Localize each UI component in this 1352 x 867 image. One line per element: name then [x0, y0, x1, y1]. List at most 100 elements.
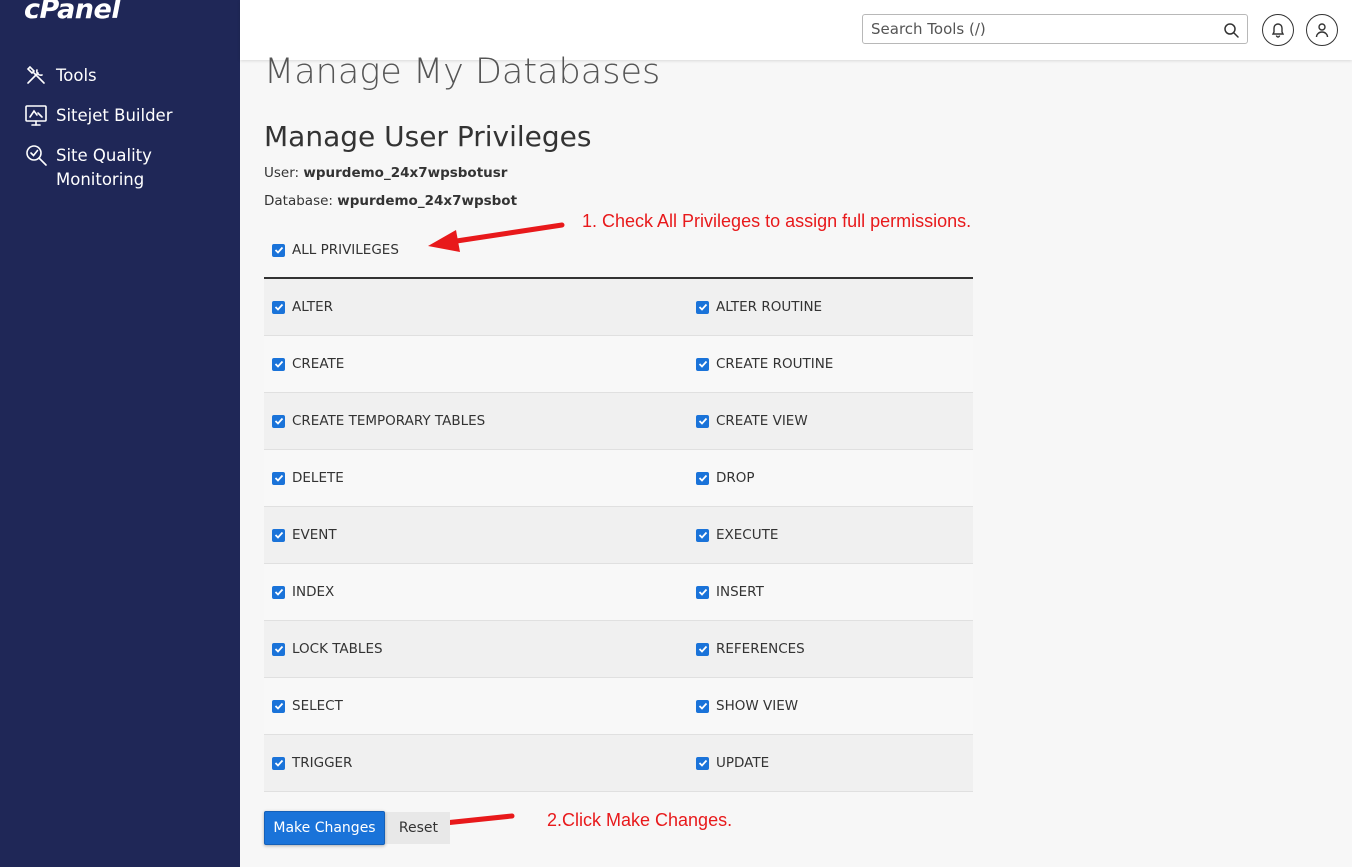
user-value: wpurdemo_24x7wpsbotusr [303, 165, 508, 181]
privilege-checkbox[interactable] [272, 300, 285, 314]
checkmark-icon [698, 360, 707, 368]
checkmark-icon [274, 360, 283, 368]
sidebar-item-label: Sitejet Builder [56, 106, 173, 125]
privilege-label: DROP [716, 470, 755, 486]
checkmark-icon [274, 246, 283, 254]
checkmark-icon [274, 759, 283, 767]
page-title: Manage My Databases [264, 52, 661, 92]
table-row: INDEX INSERT [264, 564, 973, 621]
privilege-option: SHOW VIEW [696, 678, 798, 734]
top-header [240, 0, 1352, 60]
privilege-option: INSERT [696, 564, 764, 620]
make-changes-button[interactable]: Make Changes [264, 811, 385, 845]
sidebar-item-sitejet-builder[interactable]: Sitejet Builder [24, 104, 206, 128]
privilege-label: CREATE VIEW [716, 413, 808, 429]
privilege-option: INDEX [272, 564, 334, 620]
privilege-option: CREATE ROUTINE [696, 336, 833, 392]
privilege-checkbox[interactable] [272, 471, 285, 485]
privilege-checkbox[interactable] [696, 300, 709, 314]
table-row: EVENT EXECUTE [264, 507, 973, 564]
privilege-option: ALTER [272, 279, 333, 335]
privilege-checkbox[interactable] [696, 471, 709, 485]
notifications-button[interactable] [1262, 14, 1294, 46]
privilege-checkbox[interactable] [272, 357, 285, 371]
checkmark-icon [698, 702, 707, 710]
sitejet-builder-icon [25, 105, 47, 126]
privilege-checkbox[interactable] [696, 642, 709, 656]
sidebar-item-label: Tools [56, 66, 97, 85]
privilege-checkbox[interactable] [696, 414, 709, 428]
search-icon[interactable] [1223, 22, 1239, 38]
checkmark-icon [274, 702, 283, 710]
table-row: TRIGGER UPDATE [264, 735, 973, 792]
site-quality-monitoring-icon [26, 145, 47, 166]
checkmark-icon [274, 645, 283, 653]
checkmark-icon [274, 474, 283, 482]
cpanel-logo[interactable]: cPanel [24, 0, 121, 25]
privilege-option: SELECT [272, 678, 343, 734]
privilege-label: LOCK TABLES [292, 641, 383, 657]
database-label: Database: [264, 193, 333, 209]
table-row: CREATE TEMPORARY TABLES CREATE VIEW [264, 393, 973, 450]
privilege-checkbox[interactable] [696, 756, 709, 770]
checkmark-icon [698, 759, 707, 767]
privilege-option: UPDATE [696, 735, 769, 791]
privilege-label: INSERT [716, 584, 764, 600]
search-input[interactable] [871, 20, 1211, 38]
privilege-label: CREATE ROUTINE [716, 356, 834, 372]
section-title: Manage User Privileges [264, 120, 592, 153]
search-box [862, 14, 1248, 44]
privilege-label: INDEX [292, 584, 335, 600]
privilege-label: ALTER [292, 299, 334, 315]
privilege-option: CREATE VIEW [696, 393, 808, 449]
table-row: SELECT SHOW VIEW [264, 678, 973, 735]
sidebar-item-site-quality-monitoring[interactable]: Site Quality Monitoring [24, 144, 206, 192]
privilege-checkbox[interactable] [272, 528, 285, 542]
privilege-option: CREATE [272, 336, 344, 392]
privilege-checkbox[interactable] [272, 756, 285, 770]
checkmark-icon [698, 303, 707, 311]
checkmark-icon [274, 531, 283, 539]
checkmark-icon [698, 474, 707, 482]
bell-icon [1271, 23, 1285, 38]
privilege-label: DELETE [292, 470, 344, 486]
sidebar-item-tools[interactable]: Tools [24, 64, 206, 88]
privilege-checkbox[interactable] [272, 414, 285, 428]
annotation-arrow-1 [428, 222, 565, 252]
privilege-label: SHOW VIEW [716, 698, 799, 714]
checkmark-icon [274, 588, 283, 596]
privilege-checkbox[interactable] [272, 699, 285, 713]
table-row: CREATE CREATE ROUTINE [264, 336, 973, 393]
privilege-checkbox[interactable] [696, 357, 709, 371]
tools-icon [26, 65, 45, 84]
checkmark-icon [698, 645, 707, 653]
table-row: LOCK TABLES REFERENCES [264, 621, 973, 678]
sidebar: cPanel Tools Sitejet Builder Site Qualit… [0, 0, 240, 867]
privilege-label: UPDATE [716, 755, 770, 771]
privilege-option: LOCK TABLES [272, 621, 383, 677]
table-row: ALTER ALTER ROUTINE [264, 279, 973, 336]
database-info: Database: wpurdemo_24x7wpsbot [264, 193, 517, 209]
privilege-option: DROP [696, 450, 755, 506]
privilege-label: SELECT [292, 698, 343, 714]
privilege-checkbox[interactable] [696, 585, 709, 599]
privilege-label: REFERENCES [716, 641, 805, 657]
user-menu-button[interactable] [1306, 14, 1338, 46]
privilege-label: EVENT [292, 527, 337, 543]
privilege-checkbox[interactable] [696, 528, 709, 542]
checkmark-icon [698, 417, 707, 425]
annotation-step-2: 2.Click Make Changes. [547, 810, 733, 830]
sidebar-item-label: Site Quality Monitoring [56, 146, 152, 189]
checkmark-icon [698, 588, 707, 596]
privilege-option: EXECUTE [696, 507, 778, 563]
reset-button[interactable]: Reset [384, 812, 450, 844]
privilege-label: ALTER ROUTINE [716, 299, 823, 315]
privilege-label: CREATE TEMPORARY TABLES [292, 413, 486, 429]
privilege-option: ALTER ROUTINE [696, 279, 822, 335]
annotation-step-1: 1. Check All Privileges to assign full p… [582, 211, 972, 231]
privileges-table: ALTER ALTER ROUTINE CREATE CREATE ROUTINE CR… [264, 277, 973, 792]
privilege-checkbox[interactable] [272, 642, 285, 656]
all-privileges-checkbox[interactable] [272, 243, 285, 257]
privilege-checkbox[interactable] [272, 585, 285, 599]
privilege-checkbox[interactable] [696, 699, 709, 713]
